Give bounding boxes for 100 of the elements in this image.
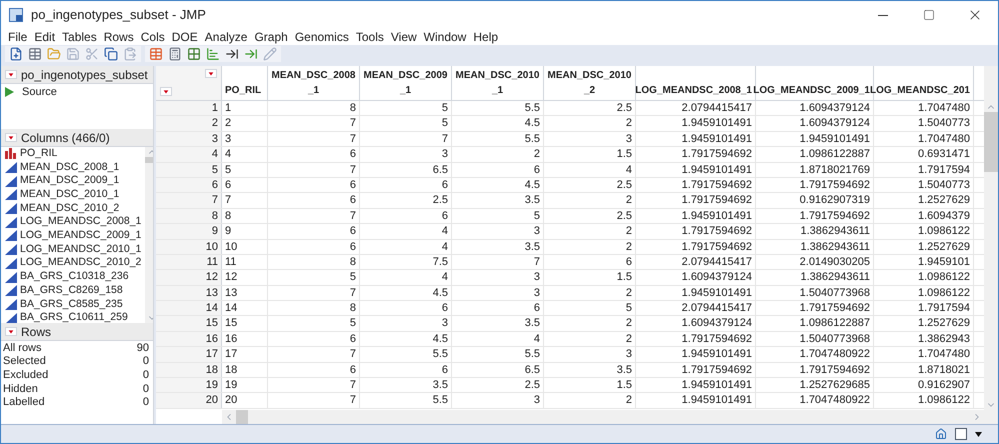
table-cell: 4.5: [360, 286, 452, 300]
row-number[interactable]: 2: [156, 116, 222, 131]
row-number[interactable]: 19: [156, 378, 222, 392]
table-cell: 4.5: [360, 332, 452, 346]
panel-title[interactable]: Rows: [21, 322, 52, 340]
column-item[interactable]: BA_GRS_C8585_235: [20, 296, 123, 312]
column-item[interactable]: MEAN_DSC_2009_1: [20, 173, 120, 190]
row-number[interactable]: 13: [156, 286, 222, 300]
copy-icon[interactable]: [104, 47, 118, 61]
table-cell: 2.0794415417: [636, 254, 756, 270]
menu-item[interactable]: Analyze: [202, 28, 250, 46]
caret-icon[interactable]: [975, 432, 982, 436]
column-item[interactable]: LOG_MEANDSC_2010_2: [20, 255, 142, 272]
data-table-icon[interactable]: [149, 47, 163, 61]
row-number[interactable]: 16: [156, 332, 222, 346]
column-item[interactable]: MEAN_DSC_2008_1: [20, 160, 120, 176]
menu-item[interactable]: Window: [420, 28, 470, 46]
scroll-thumb[interactable]: [236, 410, 248, 424]
panel-title[interactable]: po_ingenotypes_subset: [21, 66, 148, 84]
window-title: po_ingenotypes_subset - JMP: [31, 6, 206, 24]
row-number[interactable]: 17: [156, 347, 222, 362]
menu-item[interactable]: View: [388, 28, 420, 46]
script-item[interactable]: Source: [22, 84, 57, 100]
table-cell: 2.5: [360, 193, 452, 208]
table-cell: 2: [544, 393, 636, 408]
column-item[interactable]: MEAN_DSC_2010_2: [20, 200, 120, 216]
row-number[interactable]: 20: [156, 393, 222, 408]
table-cell: 2: [544, 332, 636, 346]
column-item[interactable]: LOG_MEANDSC_2008_1: [20, 214, 142, 230]
scroll-thumb[interactable]: [984, 112, 998, 172]
table-cell: 14: [222, 301, 268, 316]
menu-item[interactable]: Cols: [138, 28, 168, 46]
row-number[interactable]: 14: [156, 301, 222, 316]
save-icon[interactable]: [66, 47, 80, 61]
table-cell: 5: [268, 270, 360, 285]
menu-item[interactable]: Edit: [31, 28, 58, 46]
table-cell: 3: [544, 347, 636, 362]
table-cell: 5: [360, 101, 452, 116]
column-header[interactable]: MEAN_DSC_2010 _2: [544, 66, 636, 100]
row-number[interactable]: 4: [156, 147, 222, 162]
triangle-icon: [5, 272, 17, 283]
table-cell: 1.6094379: [874, 208, 974, 224]
column-item[interactable]: PO_RIL: [20, 147, 58, 162]
menu-item[interactable]: Rows: [100, 28, 137, 46]
arrow-icon[interactable]: [244, 47, 258, 61]
table-icon[interactable]: [28, 47, 42, 61]
column-header[interactable]: MEAN_DSC_2010 _1: [452, 66, 544, 100]
table-cell: 7: [222, 193, 268, 208]
column-item[interactable]: BA_GRS_C10611_259: [20, 310, 128, 323]
table-cell: 1.7917594692: [636, 240, 756, 254]
menu-item[interactable]: Tools: [352, 28, 387, 46]
row-number[interactable]: 18: [156, 362, 222, 378]
triangle-icon: [5, 298, 17, 310]
table-cell: 2: [544, 286, 636, 300]
column-item[interactable]: MEAN_DSC_2010_1: [20, 187, 120, 203]
column-item[interactable]: LOG_MEANDSC_2009_1: [20, 228, 142, 244]
scrollbar[interactable]: [222, 410, 998, 424]
menu-item[interactable]: File: [5, 28, 30, 46]
row-number[interactable]: 11: [156, 254, 222, 270]
home-icon[interactable]: [935, 428, 947, 440]
folder-icon[interactable]: [47, 47, 61, 61]
table-cell: 1.6094379124: [756, 116, 874, 131]
grid-icon[interactable]: [187, 47, 201, 61]
row-number[interactable]: 7: [156, 193, 222, 208]
row-number[interactable]: 1: [156, 101, 222, 116]
table-cell: 1.0986122: [874, 393, 974, 408]
row-count-label: Excluded: [3, 368, 48, 383]
row-number[interactable]: 15: [156, 316, 222, 331]
paste-icon[interactable]: [123, 47, 137, 61]
table-cell: 4: [360, 270, 452, 285]
menu-item[interactable]: Tables: [59, 28, 100, 46]
table-cell: 1.2527629: [874, 193, 974, 208]
calculator-icon[interactable]: [168, 47, 182, 61]
menu-item[interactable]: DOE: [168, 28, 201, 46]
menu-item[interactable]: Graph: [251, 28, 291, 46]
new-file-icon[interactable]: [9, 47, 23, 61]
table-cell: 3.5: [452, 316, 544, 331]
table-cell: 17: [222, 347, 268, 362]
column-header[interactable]: MEAN_DSC_2009 _1: [360, 66, 452, 100]
row-number[interactable]: 12: [156, 270, 222, 285]
column-item[interactable]: BA_GRS_C8269_158: [20, 282, 123, 299]
row-number[interactable]: 6: [156, 178, 222, 192]
scrollbar[interactable]: [984, 66, 998, 410]
column-header[interactable]: MEAN_DSC_2008 _1: [268, 66, 360, 100]
column-item[interactable]: LOG_MEANDSC_2010_1: [20, 242, 142, 258]
pencil-icon[interactable]: [263, 47, 277, 61]
bar-chart-icon[interactable]: [206, 47, 220, 61]
row-number[interactable]: 5: [156, 162, 222, 177]
row-number[interactable]: 9: [156, 224, 222, 239]
checkbox-icon[interactable]: [955, 428, 967, 440]
table-cell: 2.5: [544, 208, 636, 224]
menu-item[interactable]: Genomics: [292, 28, 352, 46]
menu-item[interactable]: Help: [470, 28, 502, 46]
row-number[interactable]: 3: [156, 132, 222, 146]
row-number[interactable]: 8: [156, 208, 222, 224]
column-header[interactable]: PO_RIL: [222, 66, 268, 100]
scissors-icon[interactable]: [85, 47, 99, 61]
column-item[interactable]: BA_GRS_C10318_236: [20, 269, 129, 285]
row-number[interactable]: 10: [156, 240, 222, 254]
panel-title[interactable]: Columns (466/0): [21, 128, 110, 146]
